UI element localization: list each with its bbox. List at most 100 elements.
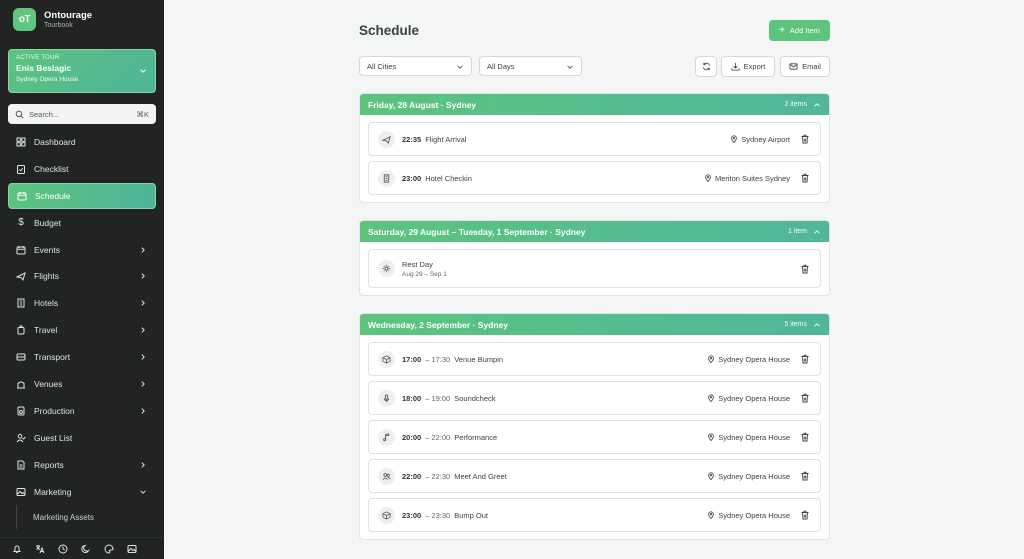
clock-icon[interactable] [58,544,68,554]
item-time: 17:00 [402,354,422,364]
item-time: 18:00 [402,393,422,403]
palette-icon[interactable] [104,543,114,554]
sidebar-item-travel[interactable]: Travel [8,317,156,343]
chevron-up-icon [814,322,820,327]
trash-icon[interactable] [800,393,810,403]
day-filter-select[interactable]: All Days [479,56,582,76]
item-name: Rest Day [402,259,433,269]
building-icon [17,298,25,308]
refresh-button[interactable] [695,56,717,77]
item-name: Venue Bumpin [454,354,504,364]
sidebar-item-label: Production [34,405,75,416]
sidebar-item-schedule[interactable]: Schedule [8,182,156,209]
item-name: Meet And Greet [454,471,507,481]
item-name: Hotel Checkin [425,173,472,183]
active-tour-selector[interactable]: ACTIVE TOUR Enis Beslagic Sydney Opera H… [8,49,156,93]
download-icon [731,62,740,71]
sidebar-item-checklist[interactable]: Checklist [8,156,156,182]
item-name: Performance [454,432,498,442]
trash-icon[interactable] [800,173,810,183]
add-item-button[interactable]: + Add Item [769,20,830,41]
sidebar-subitem-marketing-assets[interactable]: Marketing Assets [16,505,156,530]
users-icon [382,472,391,480]
schedule-item[interactable]: 23:00 – 23:30 Bump Out Sydney Opera Hous… [368,498,821,532]
schedule-item[interactable]: 20:00 – 22:00 Performance Sydney Opera H… [368,420,821,454]
sidebar-item-venues[interactable]: Venues [8,371,156,397]
city-filter-value: All Cities [367,61,397,71]
sidebar-item-label: Flights [34,271,60,282]
gallery-icon[interactable] [127,544,137,554]
sidebar-item-dashboard[interactable]: Dashboard [8,129,156,155]
venue-icon [17,381,25,389]
sidebar-item-events[interactable]: Events [8,237,156,263]
day-filter-value: All Days [487,61,515,71]
sidebar-item-label: Guest List [34,432,73,443]
day-group-title: Friday, 28 August · Sydney [368,99,477,110]
trash-icon[interactable] [800,134,810,144]
plus-icon: + [779,24,785,36]
trash-icon[interactable] [800,471,810,481]
export-button[interactable]: Export [721,56,775,77]
report-icon [17,460,25,470]
day-group-header[interactable]: Saturday, 29 August – Tuesday, 1 Septemb… [360,221,829,242]
trash-icon[interactable] [800,510,810,520]
day-group-count: 2 items [784,101,807,108]
item-time: 23:00 [402,510,422,520]
map-pin-icon [708,511,715,519]
sidebar: oT Ontourage Tourbook ACTIVE TOUR Enis B… [0,0,164,559]
luggage-icon [17,325,25,335]
sidebar-item-marketing[interactable]: Marketing [8,479,156,505]
search-input[interactable]: Search... ⌘K [8,104,156,124]
schedule-item[interactable]: Rest Day Aug 29 – Sep 1 [368,249,821,288]
sun-icon [382,264,391,273]
grid-icon [16,137,26,147]
item-time: 22:00 [402,471,422,481]
chevron-right-icon [141,461,145,468]
speaker-icon [17,406,25,416]
active-tour-name: Enis Beslagic [16,63,72,73]
moon-icon[interactable] [81,544,91,554]
schedule-item[interactable]: 22:00 – 22:30 Meet And Greet Sydney Oper… [368,459,821,493]
sidebar-item-hotels[interactable]: Hotels [8,290,156,316]
chevron-right-icon [141,354,145,360]
translate-icon[interactable] [35,544,45,554]
trash-icon[interactable] [800,432,810,442]
sidebar-item-reports[interactable]: Reports [8,452,156,478]
sidebar-item-transport[interactable]: Transport [8,344,156,370]
schedule-item[interactable]: 17:00 – 17:30 Venue Bumpin Sydney Opera … [368,342,821,376]
schedule-item[interactable]: 23:00 Hotel Checkin Meriton Suites Sydne… [368,161,821,195]
trash-icon[interactable] [800,354,810,364]
schedule-item[interactable]: 22:35 Flight Arrival Sydney Airport [368,122,821,156]
refresh-icon [702,62,710,71]
item-time: 23:00 [402,173,422,183]
item-location: Sydney Opera House [707,472,790,481]
day-group-header[interactable]: Friday, 28 August · Sydney 2 items [360,94,829,115]
email-label: Email [802,62,821,71]
sidebar-item-guest-list[interactable]: Guest List [8,425,156,451]
plane-icon [382,135,391,144]
building-icon [383,173,390,183]
sidebar-item-label: Schedule [35,190,71,201]
sidebar-item-production[interactable]: Production [8,398,156,424]
user-check-icon [16,433,26,443]
chevron-down-icon [567,65,573,69]
sidebar-item-budget[interactable]: $ Budget [8,210,156,236]
day-group-title: Wednesday, 2 September · Sydney [368,319,508,330]
sidebar-item-label: Dashboard [34,137,76,147]
box-icon [382,510,391,520]
sidebar-item-label: Marketing [34,486,72,497]
item-end-time: – 23:30 [425,510,451,520]
bus-icon [16,353,26,361]
email-button[interactable]: Email [780,56,830,77]
city-filter-select[interactable]: All Cities [359,56,472,76]
sidebar-item-label: Checklist [34,163,69,174]
sidebar-item-flights[interactable]: Flights [8,263,156,289]
day-group-header[interactable]: Wednesday, 2 September · Sydney 5 items [360,314,829,335]
sidebar-footer [0,537,164,559]
trash-icon[interactable] [800,264,810,274]
chevron-right-icon [141,381,145,387]
brand[interactable]: oT Ontourage Tourbook [13,8,92,31]
item-location: Sydney Airport [730,135,790,144]
bell-icon[interactable] [12,544,22,554]
schedule-item[interactable]: 18:00 – 19:00 Soundcheck Sydney Opera Ho… [368,381,821,415]
